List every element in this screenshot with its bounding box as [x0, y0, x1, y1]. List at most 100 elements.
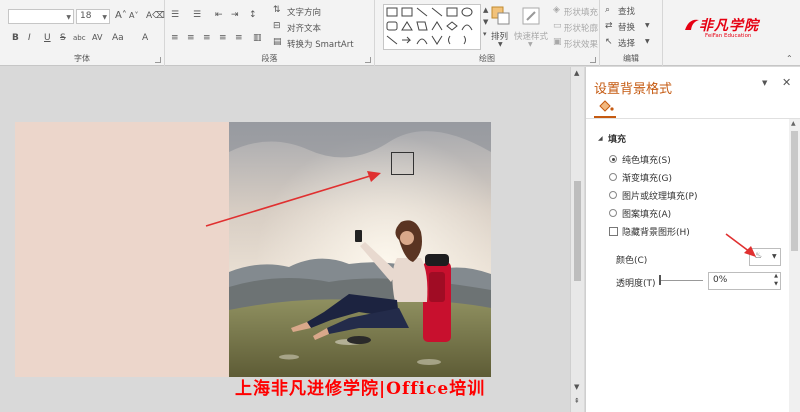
- smartart-icon[interactable]: ▤: [273, 36, 282, 48]
- transparency-value: 0%: [713, 275, 728, 285]
- convert-smartart-button[interactable]: 转换为 SmartArt: [287, 38, 354, 50]
- spin-up-icon[interactable]: ▲: [774, 273, 778, 279]
- chevron-down-icon[interactable]: ▼: [645, 38, 650, 45]
- pane-options-icon[interactable]: ▼: [762, 79, 767, 87]
- align-left-icon[interactable]: ≡: [171, 32, 179, 44]
- shape-fill-icon[interactable]: ◈: [553, 4, 560, 16]
- underline-button[interactable]: U: [44, 32, 51, 44]
- hide-background-checkbox[interactable]: [609, 227, 618, 236]
- format-background-pane: 设置背景格式 ▼ ✕ ◢ 填充 纯色填充(S) 渐变填充(G) 图片或纹理填充(…: [585, 67, 800, 412]
- distribute-icon[interactable]: ≡: [235, 32, 243, 44]
- scroll-up-icon[interactable]: ▲: [574, 69, 579, 77]
- shape-effects-button[interactable]: 形状效果: [564, 38, 598, 50]
- transparency-input[interactable]: 0% ▲ ▼: [708, 272, 781, 290]
- gallery-scroll-icon[interactable]: ▲ ▼ ▾: [483, 4, 488, 40]
- watermark-text: 上海非凡进修学院|Office培训: [235, 379, 486, 399]
- align-right-icon[interactable]: ≡: [203, 32, 211, 44]
- paragraph-group-label: 段落: [261, 54, 278, 63]
- font-size-box[interactable]: 18 ▼: [76, 9, 110, 24]
- line-spacing-icon[interactable]: ↕: [249, 9, 257, 21]
- find-button[interactable]: 查找: [618, 5, 635, 17]
- spin-down-icon[interactable]: ▼: [774, 281, 778, 287]
- italic-button[interactable]: I: [28, 32, 31, 44]
- radio-picture-fill-input[interactable]: [609, 191, 617, 199]
- pane-scrollbar[interactable]: ▲: [789, 119, 800, 412]
- radio-gradient-fill-input[interactable]: [609, 173, 617, 181]
- shape-outline-button[interactable]: 形状轮廓: [564, 22, 598, 34]
- strikethrough-button[interactable]: S: [60, 32, 66, 44]
- shrink-font-icon[interactable]: A˅: [129, 10, 138, 22]
- spacing-button[interactable]: AV: [92, 32, 102, 44]
- increase-indent-icon[interactable]: ⇥: [231, 9, 239, 21]
- editing-group: ⌕ 查找 ⇄ 替换 ▼ ↖ 选择 ▼ 编辑: [600, 0, 663, 66]
- logo-name: 非凡学院: [699, 18, 759, 34]
- ribbon: ▼ 18 ▼ A˄ A˅ A⌫ B I U S abc AV Aa A 字体 ☰…: [0, 0, 800, 66]
- bold-button[interactable]: B: [12, 32, 19, 44]
- slider-thumb[interactable]: [659, 275, 661, 285]
- fill-section-header[interactable]: 填充: [608, 132, 626, 145]
- align-text-button[interactable]: 对齐文本: [287, 22, 321, 34]
- editing-group-label: 编辑: [623, 54, 639, 63]
- hide-background-label: 隐藏背景图形(H): [622, 228, 690, 238]
- chevron-down-icon[interactable]: ▼: [645, 22, 650, 29]
- shapes-gallery-icon: [386, 7, 473, 45]
- replace-button[interactable]: 替换: [618, 21, 635, 33]
- select-icon[interactable]: ↖: [605, 36, 613, 48]
- text-direction-button[interactable]: 文字方向: [287, 6, 321, 18]
- fill-bucket-icon[interactable]: [597, 98, 615, 114]
- radio-gradient-fill-label: 渐变填充(G): [622, 174, 672, 184]
- shadow-button[interactable]: abc: [73, 32, 86, 44]
- quick-styles-button[interactable]: 快速样式 ▼: [513, 2, 549, 50]
- pane-title: 设置背景格式: [594, 82, 673, 97]
- radio-solid-fill-input[interactable]: [609, 155, 617, 163]
- dialog-launcher-icon[interactable]: [155, 57, 161, 63]
- scrollbar-thumb[interactable]: [574, 181, 581, 281]
- font-color-button[interactable]: A: [142, 32, 148, 44]
- brand-logo: 非凡学院 FeiFan Education: [683, 14, 783, 44]
- decrease-indent-icon[interactable]: ⇤: [215, 9, 223, 21]
- chevron-down-icon[interactable]: ▼: [102, 14, 107, 21]
- replace-icon[interactable]: ⇄: [605, 20, 613, 32]
- columns-icon[interactable]: ▥: [253, 32, 262, 44]
- scrollbar-thumb[interactable]: [791, 131, 798, 251]
- collapse-triangle-icon[interactable]: ◢: [598, 135, 603, 142]
- slide-scrollbar[interactable]: ▲ ▼ ⇞: [570, 67, 584, 412]
- slide-canvas[interactable]: [15, 122, 491, 377]
- bullets-icon[interactable]: ☰: [171, 9, 179, 21]
- drawing-group-label: 绘图: [479, 54, 495, 63]
- justify-icon[interactable]: ≡: [219, 32, 227, 44]
- collapse-ribbon-icon[interactable]: ⌃: [786, 54, 793, 63]
- find-icon[interactable]: ⌕: [605, 4, 610, 16]
- arrange-button[interactable]: 排列 ▼: [489, 2, 513, 50]
- dialog-launcher-icon[interactable]: [365, 57, 371, 63]
- shape-fill-button[interactable]: 形状填充: [564, 6, 598, 18]
- chevron-down-icon: ▼: [772, 253, 777, 260]
- chevron-down-icon[interactable]: ▼: [66, 14, 71, 21]
- text-direction-icon[interactable]: ⇅: [273, 4, 281, 16]
- shape-outline-icon[interactable]: ▭: [553, 20, 562, 32]
- transparency-label: 透明度(T): [616, 279, 656, 289]
- transparency-slider[interactable]: [659, 272, 703, 290]
- font-name-box[interactable]: ▼: [8, 9, 74, 24]
- selection-marker-box[interactable]: [391, 152, 414, 175]
- select-button[interactable]: 选择: [618, 37, 635, 49]
- chevron-down-icon: ▼: [528, 41, 533, 48]
- scroll-up-icon[interactable]: ▲: [791, 120, 796, 127]
- dialog-launcher-icon[interactable]: [590, 57, 596, 63]
- clear-format-icon[interactable]: A⌫: [146, 10, 165, 22]
- slide-photo[interactable]: [229, 122, 491, 377]
- numbering-icon[interactable]: ☰: [193, 9, 201, 21]
- shapes-gallery[interactable]: [383, 4, 481, 50]
- previous-slide-icon[interactable]: ⇞: [574, 397, 580, 405]
- shape-effects-icon[interactable]: ▣: [553, 36, 562, 48]
- font-group-label: 字体: [74, 54, 90, 63]
- scroll-down-icon[interactable]: ▼: [574, 383, 579, 391]
- slider-track: [659, 280, 703, 281]
- slide-editing-area: 上海非凡进修学院|Office培训: [0, 67, 570, 412]
- change-case-button[interactable]: Aa: [112, 32, 124, 44]
- grow-font-icon[interactable]: A˄: [115, 10, 127, 22]
- align-center-icon[interactable]: ≡: [187, 32, 195, 44]
- radio-pattern-fill-input[interactable]: [609, 209, 617, 217]
- align-text-icon[interactable]: ⊟: [273, 20, 281, 32]
- close-icon[interactable]: ✕: [782, 76, 791, 89]
